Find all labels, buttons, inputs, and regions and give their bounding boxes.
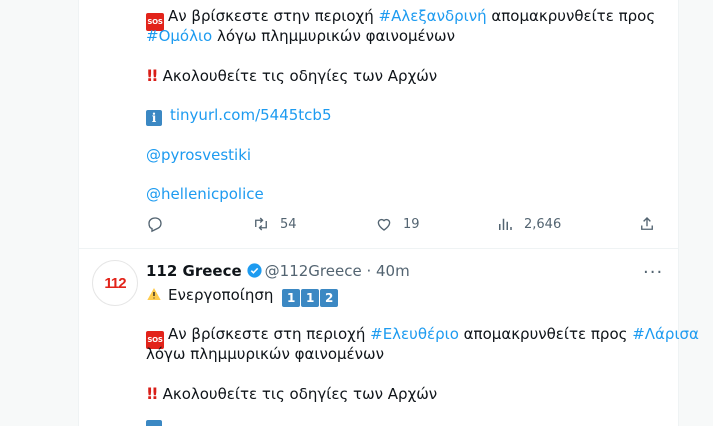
avatar[interactable]: 112 [92, 260, 138, 306]
hashtag-alexandrini[interactable]: #Αλεξανδρινή [379, 7, 487, 25]
hashtag-eleftherio[interactable]: #Ελευθέριο [370, 325, 459, 343]
tweet2-line2: λόγω πλημμυρικών φαινομένων [146, 345, 384, 363]
keycap-2-icon: 2 [320, 289, 339, 307]
hashtag-omolio[interactable]: #Ομόλιο [146, 27, 212, 45]
tweet1-follow-line: !! Ακολουθείτε τις οδηγίες των Αρχών [146, 66, 438, 85]
tweet1-line2: #Ομόλιο λόγω πλημμυρικών φαινομένων [146, 27, 455, 45]
reply-icon [148, 217, 162, 233]
tweet-divider [78, 248, 679, 249]
retweet-button[interactable]: 54 [252, 215, 297, 233]
verified-badge-icon [247, 263, 262, 278]
share-icon [641, 217, 653, 230]
retweet-icon [255, 217, 267, 231]
tweet1-link[interactable]: tinyurl.com/5445tcb5 [170, 106, 332, 124]
tweet2-activation-line: Ενεργοποίηση 112 [146, 285, 339, 307]
double-exclamation-icon: !! [146, 384, 159, 403]
views-button[interactable]: 2,646 [496, 215, 561, 233]
like-count: 19 [403, 216, 420, 232]
share-button[interactable] [638, 215, 666, 233]
info-icon [146, 420, 162, 426]
handle-time[interactable]: @112Greece · 40m [265, 262, 410, 280]
like-button[interactable]: 19 [375, 215, 420, 233]
tweet2-follow-line: !! Ακολουθείτε τις οδηγίες των Αρχών [146, 384, 438, 403]
double-exclamation-icon: !! [146, 66, 159, 85]
warning-icon [146, 285, 164, 305]
heart-icon [377, 218, 391, 231]
mention-hellenicpolice[interactable]: @hellenicpolice [146, 184, 264, 204]
info-icon: i [146, 110, 162, 126]
hashtag-larisa[interactable]: #Λάρισα [632, 325, 699, 343]
more-options-icon[interactable]: ··· [643, 262, 663, 283]
analytics-icon [499, 218, 512, 230]
keycap-1-icon: 1 [301, 289, 320, 307]
tweet2-header: 112 Greece @112Greece · 40m [146, 261, 410, 281]
tweet1-link-line: i tinyurl.com/5445tcb5 [146, 105, 332, 126]
retweet-count: 54 [280, 216, 297, 232]
reply-button[interactable] [146, 215, 174, 233]
display-name[interactable]: 112 Greece [146, 262, 242, 280]
mention-pyrosvestiki[interactable]: @pyrosvestiki [146, 145, 251, 165]
keycap-1-icon: 1 [282, 289, 301, 307]
avatar-logo: 112 [104, 274, 126, 292]
views-count: 2,646 [524, 216, 562, 232]
